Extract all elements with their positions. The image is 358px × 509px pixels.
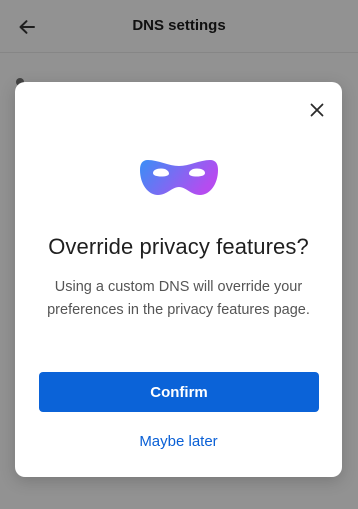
mask-icon	[140, 160, 218, 195]
override-privacy-dialog: Override privacy features? Using a custo…	[15, 82, 342, 477]
maybe-later-link[interactable]: Maybe later	[15, 433, 342, 450]
dialog-body-text: Using a custom DNS will override your pr…	[47, 279, 310, 318]
dialog-title: Override privacy features?	[48, 234, 309, 259]
close-button[interactable]	[305, 98, 329, 122]
close-icon	[310, 103, 324, 117]
confirm-button[interactable]: Confirm	[39, 372, 319, 412]
